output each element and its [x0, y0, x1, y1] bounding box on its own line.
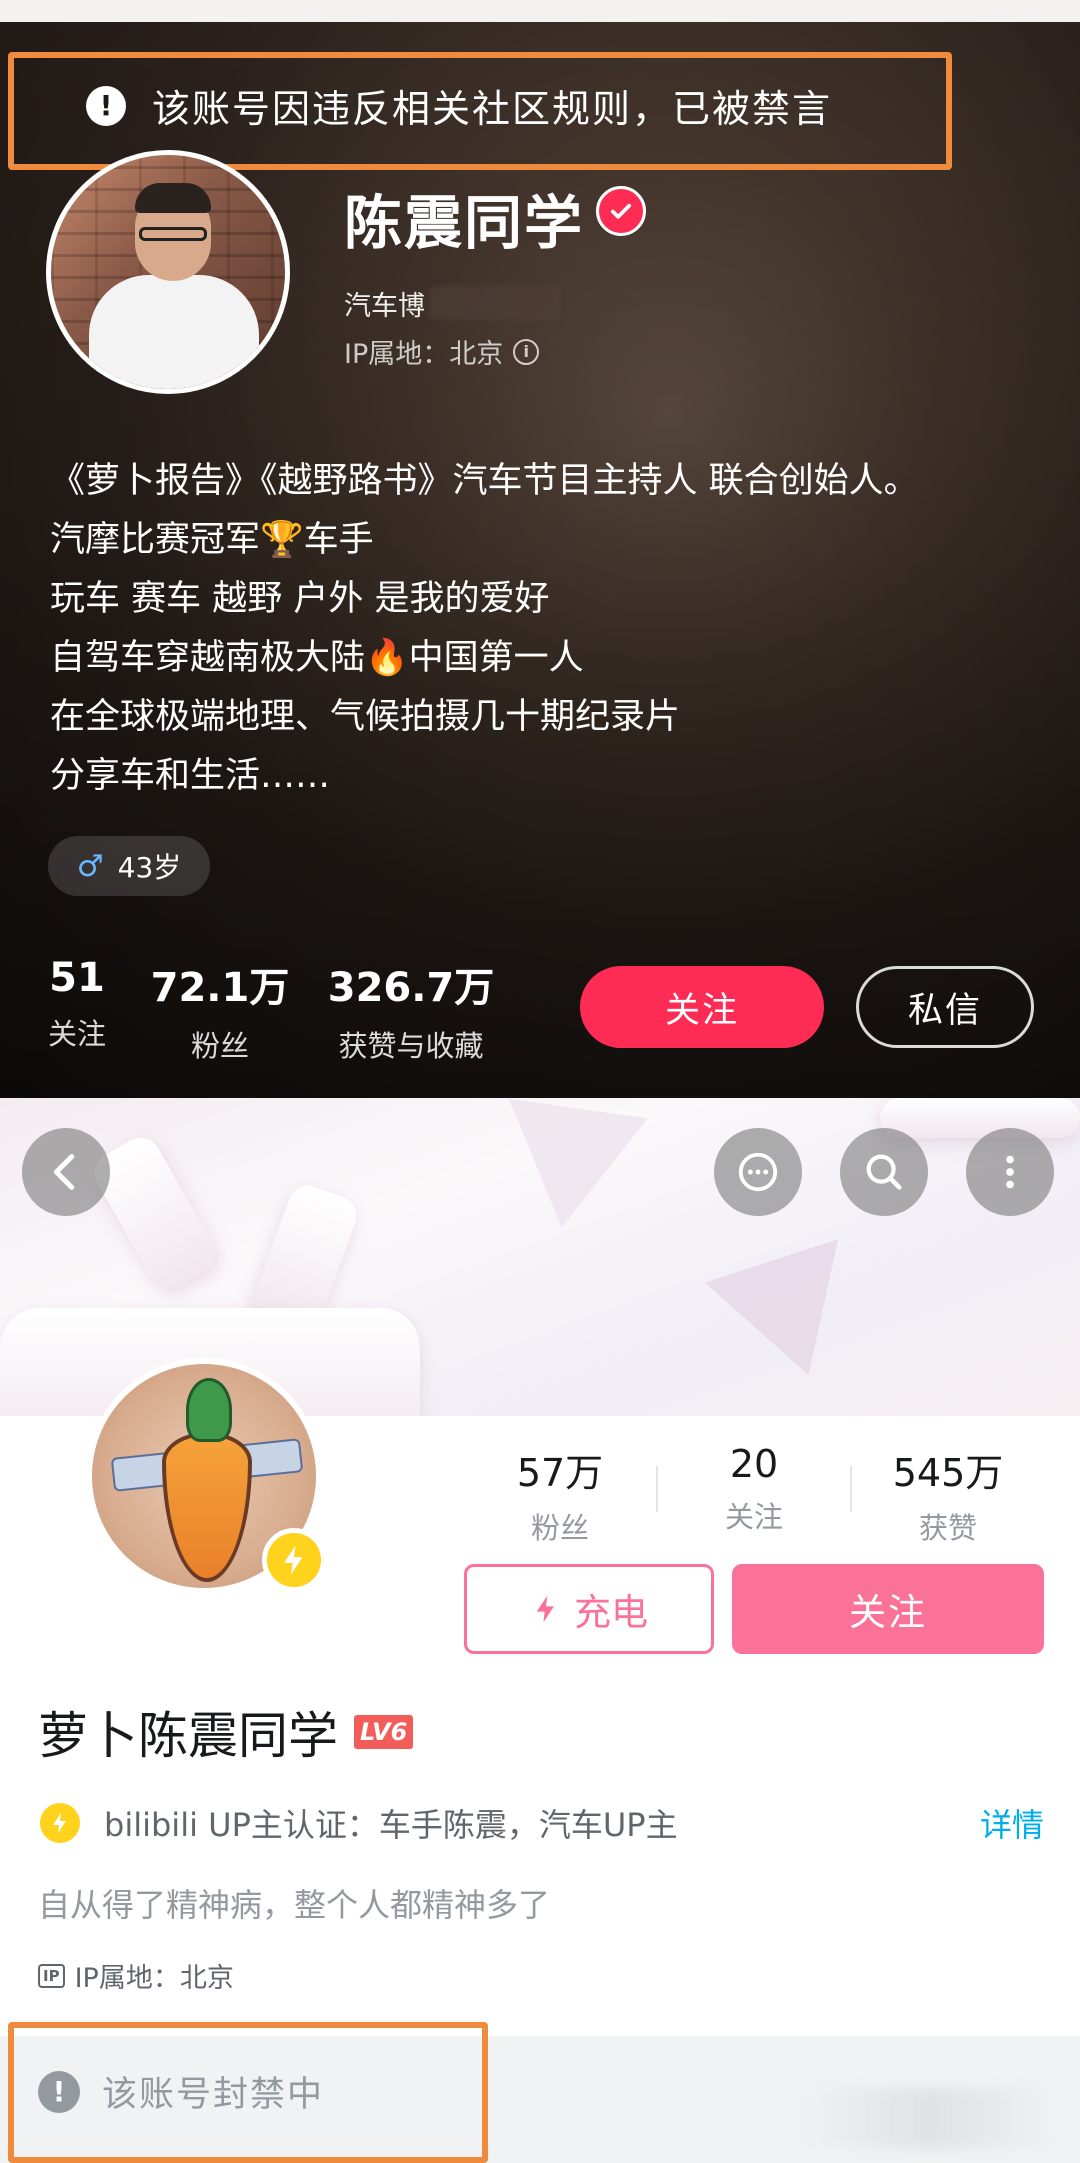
bio-line: 《萝卜报告》《越野路书》汽车节目主持人 联合创始人。 [50, 461, 919, 501]
bio-line: 汽摩比赛冠军🏆车手 [50, 520, 374, 560]
stat-followers[interactable]: 57万 粉丝 [470, 1442, 650, 1547]
stat-following[interactable]: 51 关注 [42, 955, 112, 1053]
stat-likes[interactable]: 545万 获赞 [858, 1442, 1038, 1547]
stat-likes[interactable]: 326.7万 获赞与收藏 [326, 955, 496, 1065]
ban-notice: ! 该账号因违反相关社区规则，已被禁言 [86, 78, 832, 133]
lightning-icon [40, 1803, 80, 1843]
profile-name: 陈震同学 [344, 189, 585, 257]
verified-icon [596, 186, 646, 236]
ban-notice-text: 该账号因违反相关社区规则，已被禁言 [152, 87, 833, 131]
ip-location: IP IP属地：北京 [38, 1956, 234, 1995]
follow-button[interactable]: 关注 [732, 1564, 1044, 1654]
info-icon[interactable]: i [513, 338, 540, 365]
back-button[interactable] [22, 1128, 110, 1216]
stat-value: 57万 [516, 1451, 604, 1495]
level-badge: LV6 [354, 1715, 414, 1749]
profile-name: 萝卜陈震同学 [38, 1707, 338, 1765]
stat-label: 粉丝 [190, 1029, 249, 1063]
stat-label: 获赞与收藏 [338, 1029, 484, 1063]
bio-line: 自驾车穿越南极大陆🔥中国第一人 [50, 638, 584, 678]
ip-location-text: IP属地：北京 [74, 1963, 234, 1994]
more-icon [1006, 1155, 1014, 1189]
details-link[interactable]: 详情 [980, 1800, 1044, 1846]
banner-decoration [492, 1098, 648, 1238]
back-icon [53, 1154, 75, 1190]
charge-button-label: 充电 [574, 1591, 648, 1634]
bottom-profile-panel: 57万 粉丝 20 关注 545万 获赞 充电 关注 萝卜陈震同学 LV6 bi… [0, 1098, 1080, 2163]
divider [850, 1466, 852, 1512]
stat-label: 获赞 [918, 1511, 977, 1545]
profile-name-row: 萝卜陈震同学 LV6 [38, 1696, 414, 1768]
ban-notice: ! 该账号封禁中 [38, 2066, 324, 2117]
watermark-smudge [800, 2088, 1060, 2148]
stat-value: 51 [49, 955, 105, 1001]
banner-decoration [880, 1098, 1080, 1138]
more-button[interactable] [966, 1128, 1054, 1216]
stat-label: 粉丝 [530, 1511, 589, 1545]
follow-button[interactable]: 关注 [580, 966, 824, 1048]
male-icon: ♂ [76, 848, 104, 884]
certification-row: bilibili UP主认证：车手陈震，汽车UP主 详情 [40, 1800, 1044, 1846]
search-icon [866, 1154, 902, 1190]
chat-icon [738, 1152, 778, 1192]
avatar-shirt [89, 275, 259, 389]
alert-icon: ! [38, 2070, 80, 2113]
redaction-blur [430, 286, 560, 320]
signature: 自从得了精神病，整个人都精神多了 [38, 1886, 551, 1924]
stat-label: 关注 [724, 1500, 783, 1534]
alert-icon: ! [86, 85, 126, 126]
stat-value: 20 [729, 1442, 779, 1486]
avatar-glasses [139, 227, 207, 241]
banner-decoration [87, 1130, 223, 1296]
chat-button[interactable] [714, 1128, 802, 1216]
stat-following[interactable]: 20 关注 [664, 1442, 844, 1536]
bio: 《萝卜报告》《越野路书》汽车节目主持人 联合创始人。 汽摩比赛冠军🏆车手 玩车 … [50, 452, 1060, 806]
avatar-carrot [162, 1432, 252, 1582]
lightning-icon [536, 1595, 554, 1623]
message-button[interactable]: 私信 [856, 966, 1034, 1048]
stat-value: 72.1万 [150, 965, 290, 1011]
profile-role: 汽车博 [344, 291, 425, 322]
stat-value: 326.7万 [327, 965, 495, 1011]
ip-tag-icon: IP [38, 1963, 65, 1988]
stat-value: 545万 [892, 1451, 1004, 1495]
divider [656, 1466, 658, 1512]
ip-location-text: IP属地：北京 [344, 339, 504, 370]
search-button[interactable] [840, 1128, 928, 1216]
ban-notice-text: 该账号封禁中 [102, 2075, 325, 2115]
avatar[interactable] [46, 150, 290, 394]
stat-followers[interactable]: 72.1万 粉丝 [150, 955, 290, 1065]
bio-line: 玩车 赛车 越野 户外 是我的爱好 [50, 579, 550, 619]
ip-location: IP属地：北京 i [344, 332, 540, 371]
bio-line: 在全球极端地理、气候拍摄几十期纪录片 [50, 697, 681, 737]
stat-label: 关注 [47, 1017, 106, 1051]
certification-text: bilibili UP主认证：车手陈震，汽车UP主 [104, 1806, 678, 1844]
banner-decoration [704, 1239, 876, 1397]
age-tag: ♂ 43岁 [48, 836, 210, 896]
lightning-icon [262, 1528, 326, 1592]
cropped-status-bar [0, 0, 1080, 22]
age-text: 43岁 [117, 851, 182, 884]
avatar-carrot-leaves [186, 1378, 232, 1442]
top-profile-panel: ! 该账号因违反相关社区规则，已被禁言 陈震同学 汽车博 IP属地：北京 i 《… [0, 0, 1080, 1098]
charge-button[interactable]: 充电 [464, 1564, 714, 1654]
avatar-hair [135, 183, 211, 213]
bio-line: 分享车和生活…… [50, 756, 331, 796]
